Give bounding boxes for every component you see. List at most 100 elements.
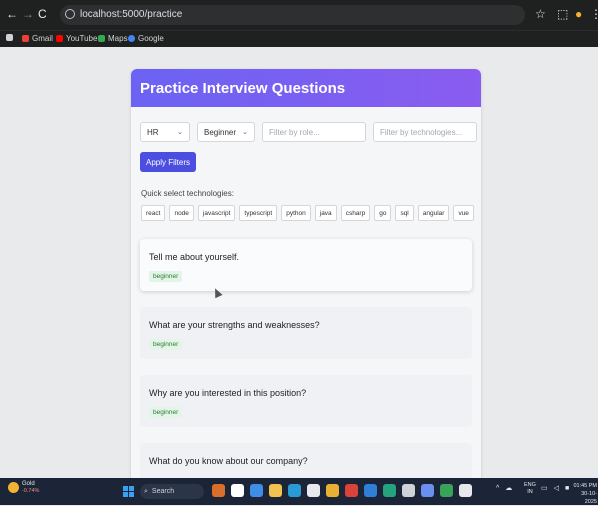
chevron-down-icon: ⌄ bbox=[177, 129, 183, 136]
chevron-down-icon: ⌄ bbox=[242, 129, 248, 136]
profile-icon[interactable]: ● bbox=[575, 7, 582, 21]
chevron-up-icon[interactable]: ^ bbox=[496, 485, 499, 492]
gmail-icon bbox=[22, 35, 29, 42]
tech-chip-javascript[interactable]: javascript bbox=[197, 205, 236, 221]
question-text: What are your strengths and weaknesses? bbox=[149, 320, 320, 330]
question-card[interactable]: Tell me about yourself. beginner bbox=[140, 239, 472, 291]
page-viewport: Practice Interview Questions HR ⌄ Beginn… bbox=[0, 47, 598, 478]
docs-icon[interactable] bbox=[459, 484, 472, 497]
level-select[interactable]: Beginner ⌄ bbox=[197, 122, 255, 142]
question-text: What do you know about our company? bbox=[149, 456, 308, 466]
battery-icon: ■ bbox=[565, 484, 570, 492]
brave-icon[interactable] bbox=[345, 484, 358, 497]
tech-chip-angular[interactable]: angular bbox=[417, 205, 450, 221]
level-badge: beginner bbox=[149, 339, 183, 350]
bookmark-gmail[interactable]: Gmail bbox=[22, 34, 53, 43]
level-badge: beginner bbox=[149, 407, 183, 418]
taskbar-search[interactable]: ⌕ Search bbox=[140, 484, 204, 499]
level-badge: beginner bbox=[149, 271, 183, 282]
language-indicator[interactable]: ENG IN bbox=[524, 482, 536, 496]
tech-chip-java[interactable]: java bbox=[314, 205, 337, 221]
filter-row: HR ⌄ Beginner ⌄ bbox=[140, 122, 477, 142]
tech-chip-csharp[interactable]: csharp bbox=[340, 205, 371, 221]
bookmark-maps[interactable]: Maps bbox=[98, 34, 128, 43]
google-icon bbox=[128, 35, 135, 42]
taskbar: Gold -0.74% ⌕ Search ^ ☁ ENG IN ▭ ◁ ■ 01 bbox=[0, 478, 598, 505]
clock-date: 30-10-2025 bbox=[581, 491, 597, 505]
tech-chip-sql[interactable]: sql bbox=[395, 205, 414, 221]
level-value: Beginner bbox=[204, 127, 237, 137]
bookmark-label: Gmail bbox=[32, 34, 53, 43]
role-filter-input[interactable] bbox=[262, 122, 366, 142]
task-view-icon[interactable] bbox=[231, 484, 244, 497]
address-url[interactable]: localhost:5000/practice bbox=[80, 9, 182, 20]
forward-icon[interactable]: → bbox=[22, 8, 34, 20]
technology-filter-input[interactable] bbox=[373, 122, 477, 142]
file-explorer-icon[interactable] bbox=[269, 484, 282, 497]
quick-select-label: Quick select technologies: bbox=[141, 189, 234, 198]
category-select[interactable]: HR ⌄ bbox=[140, 122, 190, 142]
clock-time: 01:45 PM bbox=[573, 483, 597, 489]
bookmark-label: Google bbox=[138, 34, 164, 43]
cloud-icon[interactable]: ☁ bbox=[505, 484, 512, 492]
youtube-icon bbox=[56, 35, 63, 42]
bookmark-star-icon[interactable]: ☆ bbox=[535, 7, 546, 21]
maps-icon bbox=[98, 35, 105, 42]
start-icon[interactable] bbox=[123, 486, 134, 497]
tech-chip-react[interactable]: react bbox=[141, 205, 166, 221]
vscode-icon[interactable] bbox=[364, 484, 377, 497]
tech-chip-python[interactable]: python bbox=[281, 205, 311, 221]
pinned-apps bbox=[212, 484, 472, 497]
app-blue-icon[interactable] bbox=[421, 484, 434, 497]
sheets-icon[interactable] bbox=[440, 484, 453, 497]
volume-icon: ◁ bbox=[553, 485, 560, 492]
tech-chip-node[interactable]: node bbox=[169, 205, 194, 221]
widget-subtitle: -0.74% bbox=[22, 488, 40, 494]
bookmark-google[interactable]: Google bbox=[128, 34, 164, 43]
question-card[interactable]: What are your strengths and weaknesses? … bbox=[140, 307, 472, 359]
widget-title: Gold bbox=[22, 481, 35, 487]
widgets-app-icon[interactable] bbox=[212, 484, 225, 497]
bookmark-youtube[interactable]: YouTube bbox=[56, 34, 97, 43]
extensions-icon[interactable]: ⬚ bbox=[557, 7, 568, 21]
apps-grid-icon[interactable] bbox=[6, 34, 13, 41]
region-label: IN bbox=[527, 489, 533, 495]
edge-browser-icon[interactable] bbox=[250, 484, 263, 497]
tech-chip-typescript[interactable]: typescript bbox=[239, 205, 278, 221]
question-text: Why are you interested in this position? bbox=[149, 388, 307, 398]
apply-filters-button[interactable]: Apply Filters bbox=[140, 152, 197, 172]
clock[interactable]: 01:45 PM 30-10-2025 bbox=[571, 482, 597, 506]
status-icons[interactable]: ▭ ◁ ■ bbox=[541, 484, 570, 493]
weather-widget[interactable]: Gold -0.74% bbox=[8, 481, 39, 494]
site-info-icon[interactable] bbox=[65, 9, 75, 19]
search-label: Search bbox=[151, 488, 175, 495]
tech-chip-vue[interactable]: vue bbox=[453, 205, 474, 221]
back-icon[interactable]: ← bbox=[6, 8, 18, 20]
search-icon: ⌕ bbox=[144, 487, 148, 495]
settings-icon[interactable] bbox=[402, 484, 415, 497]
address-bar[interactable]: localhost:5000/practice bbox=[60, 5, 525, 25]
app-green-icon[interactable] bbox=[383, 484, 396, 497]
menu-icon[interactable]: ⋮ bbox=[590, 7, 598, 21]
tech-chip-go[interactable]: go bbox=[374, 205, 392, 221]
chrome-icon[interactable] bbox=[326, 484, 339, 497]
question-text: Tell me about yourself. bbox=[149, 252, 240, 262]
browser-toolbar: ← → C localhost:5000/practice ☆ ⬚ ● ⋮ bbox=[0, 0, 598, 30]
question-card[interactable]: What do you know about our company? bbox=[140, 443, 472, 478]
notepad-icon[interactable] bbox=[307, 484, 320, 497]
wifi-icon: ▭ bbox=[541, 485, 548, 492]
system-tray: ^ ☁ bbox=[496, 484, 512, 493]
sun-icon bbox=[8, 482, 19, 493]
reload-icon[interactable]: C bbox=[38, 8, 47, 20]
store-icon[interactable] bbox=[288, 484, 301, 497]
bookmark-label: YouTube bbox=[66, 34, 98, 43]
page-title: Practice Interview Questions bbox=[140, 79, 346, 97]
category-value: HR bbox=[147, 127, 159, 137]
bookmarks-bar: Gmail YouTube Maps Google bbox=[0, 30, 598, 47]
technology-chips: react node javascript typescript python … bbox=[141, 205, 474, 221]
practice-card: Practice Interview Questions HR ⌄ Beginn… bbox=[131, 69, 481, 478]
bookmark-label: Maps bbox=[108, 34, 128, 43]
question-card[interactable]: Why are you interested in this position?… bbox=[140, 375, 472, 427]
language-label: ENG bbox=[524, 482, 536, 488]
card-header: Practice Interview Questions bbox=[131, 69, 481, 107]
